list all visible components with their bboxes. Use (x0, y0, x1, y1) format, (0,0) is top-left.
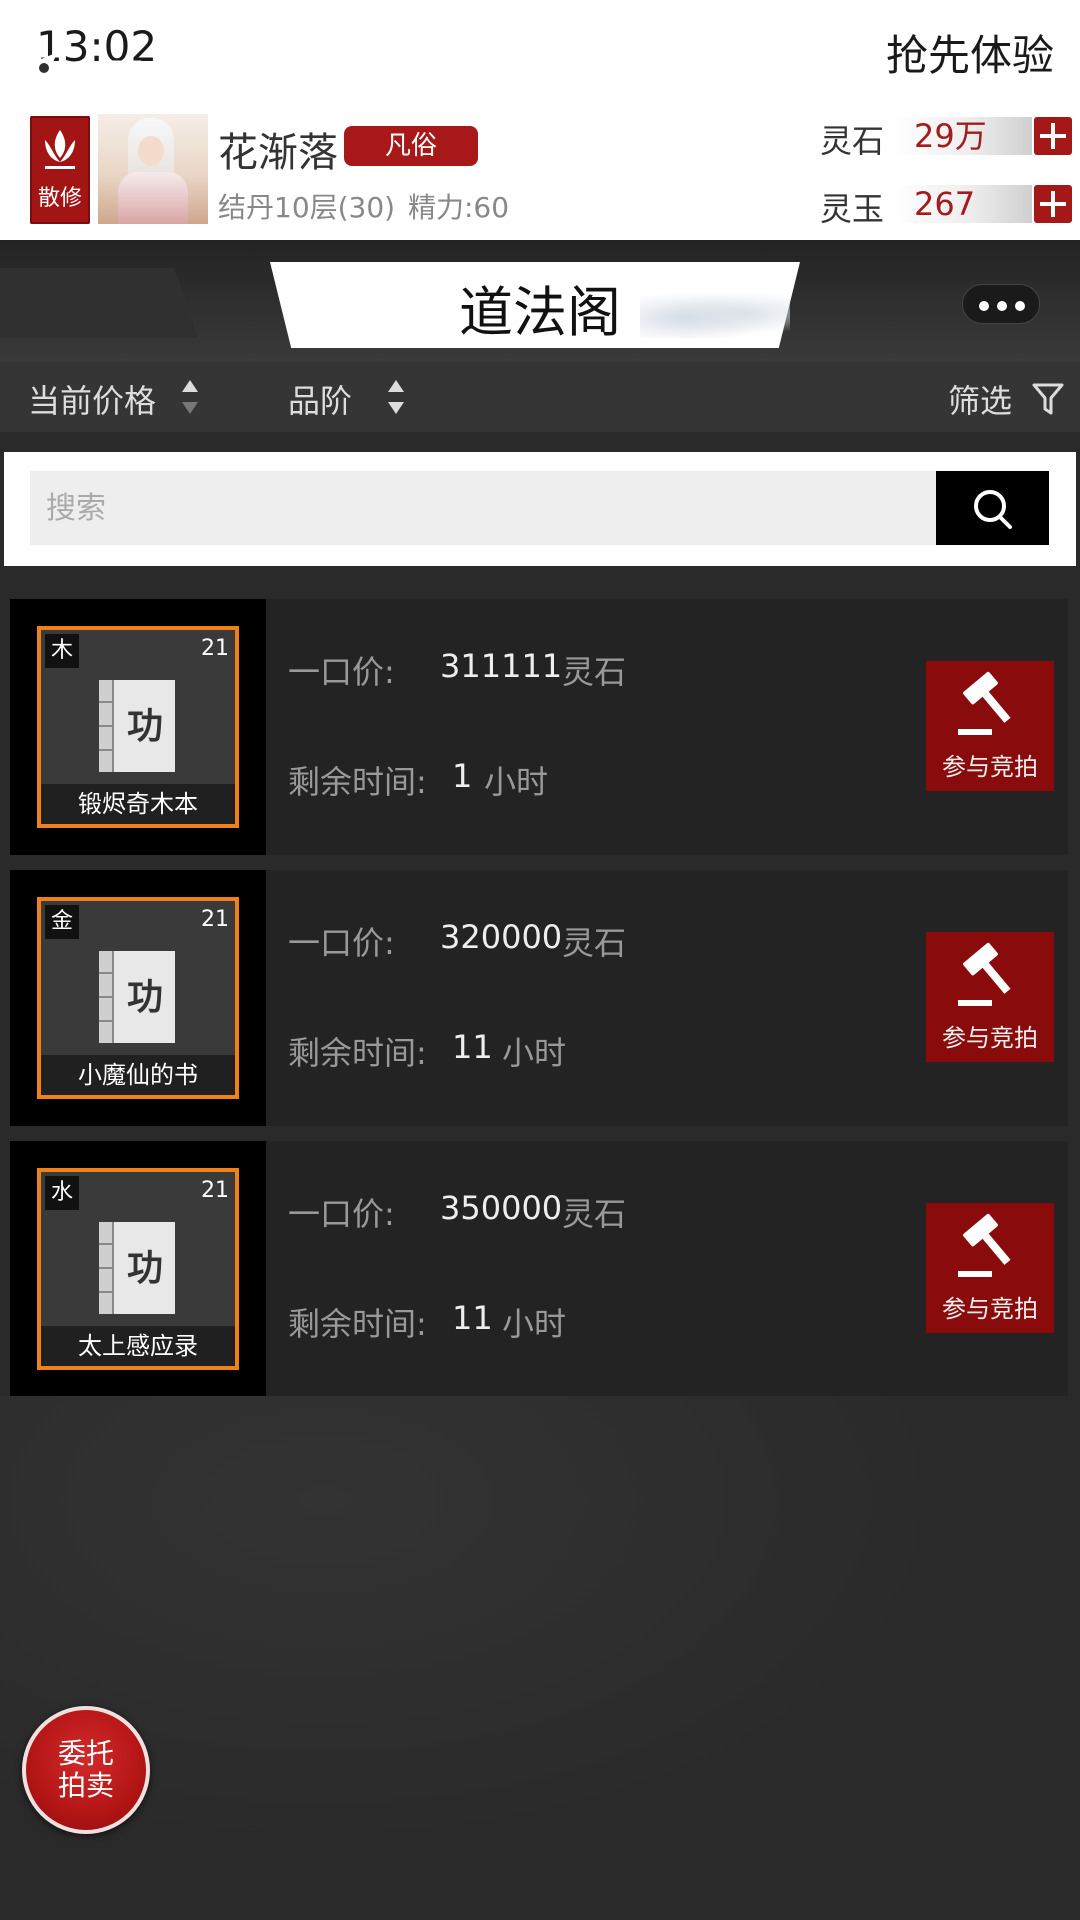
time-value: 1 (452, 757, 473, 795)
time-label: 剩余时间: (288, 1034, 427, 1072)
element-tag: 木 (45, 634, 79, 668)
item-name: 小魔仙的书 (41, 1055, 235, 1095)
search-icon (974, 490, 1012, 529)
early-access-label[interactable]: 抢先体验 (886, 22, 1054, 83)
sort-price-button[interactable]: 当前价格 (28, 376, 156, 422)
book-icon: 功 (99, 1222, 175, 1314)
time-value: 11 (452, 1299, 493, 1337)
lotus-icon (45, 130, 75, 169)
gavel-icon (958, 942, 1011, 1006)
book-glyph: 功 (127, 976, 163, 1018)
filter-icon[interactable] (1032, 382, 1064, 416)
spirit-jade-value: 267 (892, 185, 1032, 223)
item-level: 21 (201, 907, 229, 932)
filter-button[interactable]: 筛选 (948, 376, 1012, 422)
item-name: 锻烬奇木本 (41, 784, 235, 824)
player-name: 花渐落 (218, 130, 338, 176)
gavel-icon (958, 1213, 1011, 1277)
page-title: 道法阁 (459, 281, 621, 344)
back-arrow-icon[interactable] (18, 50, 62, 86)
sort-arrows-icon[interactable] (182, 380, 198, 420)
price-unit: 灵石 (562, 653, 627, 691)
consign-auction-button[interactable]: 委托 拍卖 (22, 1706, 150, 1834)
consign-label-line1: 委托 (57, 1737, 114, 1770)
element-tag: 水 (45, 1176, 79, 1210)
bid-button[interactable]: 参与竞拍 (926, 661, 1054, 791)
auction-item[interactable]: 水 21 功 太上感应录 一口价: 350000 灵石 剩余时间: 11 小时 … (10, 1141, 1068, 1397)
add-spirit-stone-button[interactable] (1034, 117, 1072, 155)
book-glyph: 功 (127, 1247, 163, 1289)
bid-label: 参与竞拍 (942, 753, 1038, 781)
item-level: 21 (201, 1178, 229, 1203)
sort-arrows-icon[interactable] (388, 380, 404, 420)
time-label: 剩余时间: (288, 763, 427, 801)
book-glyph: 功 (127, 705, 163, 747)
gavel-icon (958, 671, 1011, 735)
element-tag: 金 (45, 905, 79, 939)
sect-label: 散修 (37, 186, 82, 211)
spirit-stone-label: 灵石 (820, 122, 885, 160)
spirit-jade-label: 灵玉 (820, 190, 885, 228)
price-label: 一口价: (288, 1195, 395, 1233)
item-thumbnail[interactable]: 水 21 功 太上感应录 (37, 1168, 239, 1370)
bid-label: 参与竞拍 (942, 1024, 1038, 1052)
search-input[interactable] (30, 471, 936, 545)
price-unit: 灵石 (562, 1195, 627, 1233)
bid-label: 参与竞拍 (942, 1295, 1038, 1323)
time-unit: 小时 (502, 1305, 567, 1343)
sort-bar (0, 362, 1080, 432)
price-label: 一口价: (288, 924, 395, 962)
add-spirit-jade-button[interactable] (1034, 185, 1072, 223)
time-unit: 小时 (484, 763, 549, 801)
price-value: 311111 (440, 647, 563, 685)
item-level: 21 (201, 636, 229, 661)
cultivation-level: 结丹10层(30) (218, 191, 396, 224)
background-wash (0, 1396, 1080, 1920)
back-label[interactable]: 离开 (76, 48, 144, 97)
spirit-stone-value: 29万 (892, 117, 1032, 155)
more-button[interactable] (962, 284, 1040, 324)
item-name: 太上感应录 (41, 1326, 235, 1366)
bid-button[interactable]: 参与竞拍 (926, 1203, 1054, 1333)
item-thumbnail[interactable]: 金 21 功 小魔仙的书 (37, 897, 239, 1099)
sort-grade-button[interactable]: 品阶 (288, 376, 352, 422)
time-value: 11 (452, 1028, 493, 1066)
book-icon: 功 (99, 951, 175, 1043)
search-button[interactable] (936, 471, 1049, 545)
price-label: 一口价: (288, 653, 395, 691)
time-unit: 小时 (502, 1034, 567, 1072)
item-thumbnail[interactable]: 木 21 功 锻烬奇木本 (37, 626, 239, 828)
rank-badge: 凡俗 (344, 126, 478, 166)
back-button[interactable] (0, 268, 198, 338)
avatar[interactable] (98, 114, 208, 224)
book-icon: 功 (99, 680, 175, 772)
price-value: 350000 (440, 1189, 563, 1227)
bid-button[interactable]: 参与竞拍 (926, 932, 1054, 1062)
time-label: 剩余时间: (288, 1305, 427, 1343)
sect-badge[interactable]: 散修 (30, 116, 90, 224)
auction-item[interactable]: 木 21 功 锻烬奇木本 一口价: 311111 灵石 剩余时间: 1 小时 参… (10, 599, 1068, 855)
price-value: 320000 (440, 918, 563, 956)
auction-item[interactable]: 金 21 功 小魔仙的书 一口价: 320000 灵石 剩余时间: 11 小时 … (10, 870, 1068, 1126)
consign-label-line2: 拍卖 (57, 1769, 114, 1802)
energy-value: 精力:60 (408, 191, 510, 224)
price-unit: 灵石 (562, 924, 627, 962)
